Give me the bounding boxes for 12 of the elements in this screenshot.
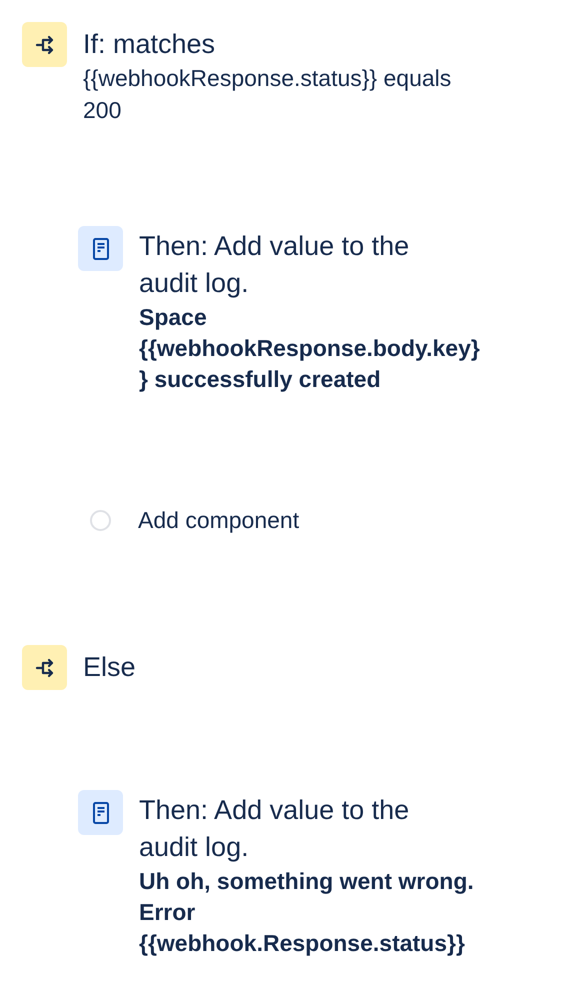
add-component-link[interactable]: Add component (138, 505, 300, 535)
document-icon (78, 226, 123, 271)
document-icon (78, 790, 123, 835)
step-title: If: matches (83, 28, 216, 61)
log-message: Space {{webhookResponse.body.key} } successfully created (139, 303, 480, 394)
condition-text: {{webhookResponse.status}} equals 200 (83, 64, 452, 125)
step-title: Else (83, 651, 136, 684)
step-title: Then: Add value to the audit log. (139, 794, 410, 864)
branch-icon (22, 645, 67, 690)
step-title: Then: Add value to the audit log. (139, 230, 410, 300)
branch-icon (22, 22, 67, 67)
log-message: Uh oh, something went wrong. Error {{webhook.Response.status}} (139, 867, 474, 958)
